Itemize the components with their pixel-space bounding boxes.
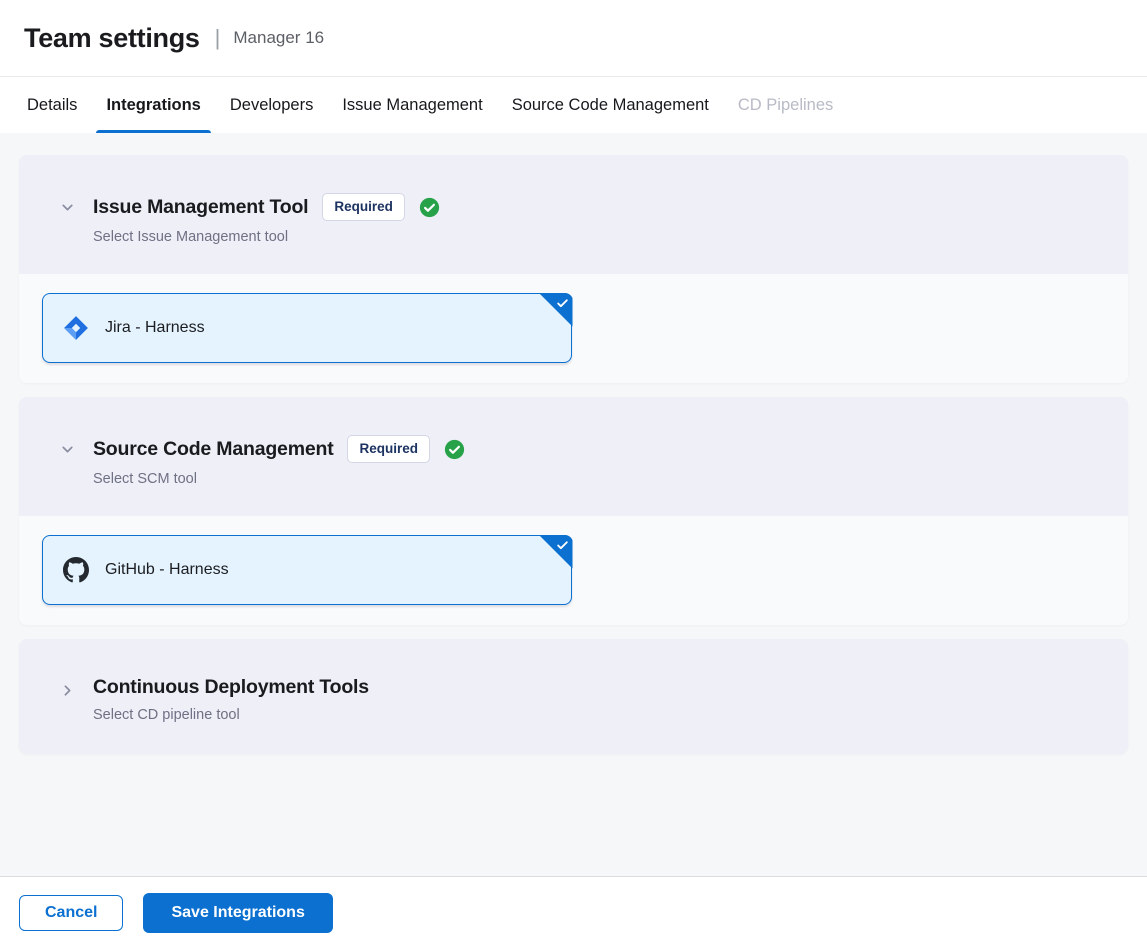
section-continuous-deployment: Continuous Deployment Tools Select CD pi… <box>19 639 1128 754</box>
tab-bar: Details Integrations Developers Issue Ma… <box>0 77 1147 133</box>
selected-check-icon <box>539 535 573 569</box>
selected-check-icon <box>539 293 573 327</box>
tool-label: Jira - Harness <box>105 319 205 337</box>
check-circle-icon <box>419 197 440 218</box>
tab-issue-management[interactable]: Issue Management <box>342 77 482 133</box>
section-issue-management-body: Jira - Harness <box>19 274 1128 383</box>
tab-integrations[interactable]: Integrations <box>106 77 200 133</box>
required-badge: Required <box>347 435 430 463</box>
page-title: Team settings <box>24 23 200 54</box>
required-badge: Required <box>322 193 405 221</box>
section-source-code-management-header[interactable]: Source Code Management Required Select S… <box>19 397 1128 516</box>
tab-developers[interactable]: Developers <box>230 77 313 133</box>
section-title: Issue Management Tool <box>93 196 308 219</box>
section-title: Continuous Deployment Tools <box>93 676 369 699</box>
section-subtitle: Select SCM tool <box>93 471 1104 487</box>
jira-icon <box>63 315 89 341</box>
section-issue-management: Issue Management Tool Required Select Is… <box>19 155 1128 383</box>
chevron-down-icon <box>59 199 76 216</box>
tab-source-code-management[interactable]: Source Code Management <box>512 77 709 133</box>
cancel-button[interactable]: Cancel <box>19 895 123 931</box>
section-title: Source Code Management <box>93 438 333 461</box>
integrations-panel: Issue Management Tool Required Select Is… <box>0 133 1147 876</box>
section-issue-management-header[interactable]: Issue Management Tool Required Select Is… <box>19 155 1128 274</box>
action-footer: Cancel Save Integrations <box>0 876 1147 952</box>
tool-card-github-harness[interactable]: GitHub - Harness <box>42 535 572 605</box>
github-icon <box>63 557 89 583</box>
chevron-down-icon <box>59 441 76 458</box>
tab-details[interactable]: Details <box>27 77 77 133</box>
section-subtitle: Select Issue Management tool <box>93 229 1104 245</box>
section-source-code-management: Source Code Management Required Select S… <box>19 397 1128 625</box>
title-separator: | <box>215 25 221 51</box>
section-subtitle: Select CD pipeline tool <box>93 707 1104 723</box>
section-source-code-management-body: GitHub - Harness <box>19 516 1128 625</box>
team-name: Manager 16 <box>233 28 324 48</box>
save-integrations-button[interactable]: Save Integrations <box>143 893 332 933</box>
page-header: Team settings | Manager 16 <box>0 0 1147 77</box>
tool-label: GitHub - Harness <box>105 561 229 579</box>
section-continuous-deployment-header[interactable]: Continuous Deployment Tools Select CD pi… <box>19 639 1128 754</box>
chevron-right-icon <box>59 682 76 699</box>
tab-cd-pipelines[interactable]: CD Pipelines <box>738 77 833 133</box>
check-circle-icon <box>444 439 465 460</box>
tool-card-jira-harness[interactable]: Jira - Harness <box>42 293 572 363</box>
